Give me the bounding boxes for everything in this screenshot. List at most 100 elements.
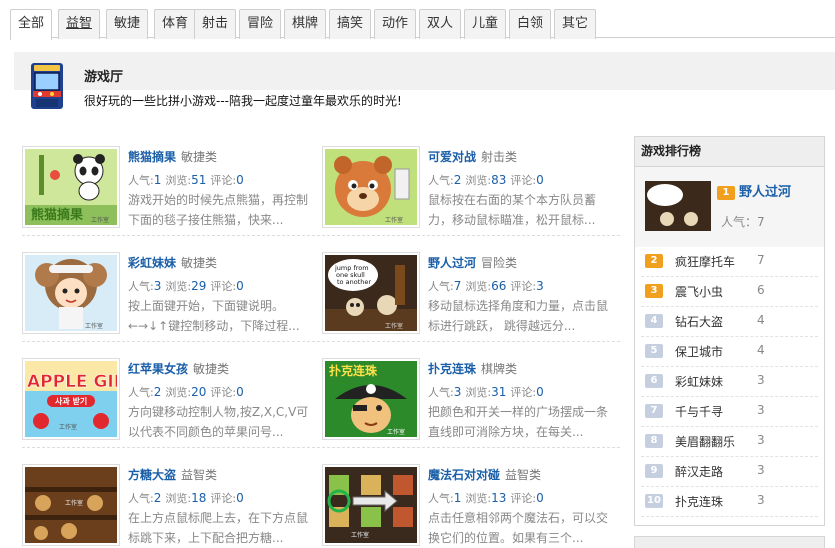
comments-value: 0 (236, 385, 244, 399)
ranking-item-name[interactable]: 醉汉走路 (675, 463, 723, 480)
game-thumbnail[interactable]: 熊猫摘果 工作室 (22, 146, 120, 228)
game-category[interactable]: 敏捷类 (181, 150, 217, 164)
game-title[interactable]: 彩虹妹妹 (128, 256, 176, 270)
stat-label: 评论: (510, 492, 537, 505)
tab-two-player[interactable]: 双人 (419, 9, 461, 39)
tab-shooting[interactable]: 射击 (194, 9, 236, 39)
game-thumbnail[interactable]: 工作室 (322, 464, 420, 546)
game-description: 把颜色和开关一样的广场摆成一条直线即可消除方块，在每关... (428, 405, 609, 439)
tab-label: 益智 (65, 16, 92, 31)
studio-watermark: 工作室 (385, 216, 403, 224)
ranking-item[interactable]: 10 扑克连珠 3 (635, 487, 824, 517)
views-value: 66 (491, 279, 507, 293)
ranking-item-name[interactable]: 扑克连珠 (675, 493, 723, 510)
game-stats: 人气:2 浏览:83 评论:0 (428, 172, 548, 188)
tab-other[interactable]: 其它 (554, 9, 596, 39)
header-band (14, 52, 835, 90)
rank-badge: 10 (645, 494, 663, 508)
rank-badge: 5 (645, 344, 663, 358)
rank-badge: 3 (645, 284, 663, 298)
game-title[interactable]: 熊猫摘果 (128, 150, 176, 164)
tab-board[interactable]: 棋牌 (284, 9, 326, 39)
tab-puzzle[interactable]: 益智 (58, 9, 100, 39)
studio-watermark: 工作室 (65, 499, 83, 507)
game-thumbnail[interactable]: jump from one skull to another 工作室 (322, 252, 420, 334)
comments-value: 0 (236, 491, 244, 505)
stat-label: 浏览: (165, 492, 192, 505)
rank-badge: 2 (645, 254, 663, 268)
game-category[interactable]: 射击类 (481, 150, 517, 164)
ranking-item-name[interactable]: 千与千寻 (675, 403, 723, 420)
ranking-item-name[interactable]: 疯狂摩托车 (675, 253, 735, 270)
tab-all[interactable]: 全部 (10, 9, 52, 40)
game-thumbnail[interactable]: 工作室 (322, 146, 420, 228)
game-category[interactable]: 棋牌类 (481, 362, 517, 376)
tab-label: 全部 (17, 16, 44, 31)
game-item: jump from one skull to another 工作室 野人过河冒… (322, 252, 622, 347)
popularity-value: 3 (453, 385, 462, 399)
game-category[interactable]: 敏捷类 (181, 256, 217, 270)
stat-label: 浏览: (465, 280, 492, 293)
tab-adventure[interactable]: 冒险 (239, 9, 281, 39)
ranking-item-name[interactable]: 震飞小虫 (675, 283, 723, 300)
game-title[interactable]: 红苹果女孩 (128, 362, 188, 376)
comments-value: 0 (236, 279, 244, 293)
game-thumbnail[interactable]: 扑克连珠 工作室 (322, 358, 420, 440)
game-category[interactable]: 益智类 (505, 468, 541, 482)
ranking-top-item[interactable]: 1 野人过河 人气：7 (635, 167, 824, 247)
ranking-item[interactable]: 2 疯狂摩托车 7 (635, 247, 824, 277)
game-thumbnail[interactable]: 工作室 (22, 464, 120, 546)
views-value: 29 (191, 279, 207, 293)
ranking-top-name[interactable]: 野人过河 (739, 185, 791, 200)
ranking-item-name[interactable]: 美眉翻翻乐 (675, 433, 735, 450)
ranking-item-value: 7 (757, 253, 765, 267)
game-title[interactable]: 扑克连珠 (428, 362, 476, 376)
game-category[interactable]: 敏捷类 (193, 362, 229, 376)
ranking-item-name[interactable]: 彩虹妹妹 (675, 373, 723, 390)
comments-value: 0 (536, 173, 544, 187)
popularity-value: 1 (453, 491, 462, 505)
tab-kids[interactable]: 儿童 (464, 9, 506, 39)
stat-label: 人气: (128, 174, 154, 187)
ranking-item[interactable]: 5 保卫城市 4 (635, 337, 824, 367)
tab-sports[interactable]: 体育 (154, 9, 196, 39)
popularity-value: 7 (757, 215, 765, 229)
ranking-item[interactable]: 6 彩虹妹妹 3 (635, 367, 824, 397)
stat-label: 人气: (128, 386, 154, 399)
tab-label: 白领 (516, 16, 543, 31)
tab-office[interactable]: 白领 (509, 9, 551, 39)
tab-funny[interactable]: 搞笑 (329, 9, 371, 39)
game-title[interactable]: 野人过河 (428, 256, 476, 270)
tab-label: 动作 (381, 16, 408, 31)
thumb-subtext: 사과 받기 (55, 396, 87, 406)
stat-label: 浏览: (165, 386, 192, 399)
studio-watermark: 工作室 (59, 423, 77, 431)
section-header: 游戏厅 很好玩的一些比拼小游戏---陪我一起度过童年最欢乐的时光! (14, 52, 835, 114)
stat-label: 评论: (210, 386, 237, 399)
tab-agility[interactable]: 敏捷 (106, 9, 148, 39)
page-description: 很好玩的一些比拼小游戏---陪我一起度过童年最欢乐的时光! (84, 94, 402, 108)
rank-badge: 9 (645, 464, 663, 478)
ranking-top-thumbnail[interactable] (645, 181, 711, 231)
stat-label: 评论: (210, 492, 237, 505)
game-category[interactable]: 冒险类 (481, 256, 517, 270)
studio-watermark: 工作室 (387, 428, 405, 436)
ranking-item[interactable]: 8 美眉翻翻乐 3 (635, 427, 824, 457)
game-thumbnail[interactable]: APPLE GIRL 사과 받기 工作室 (22, 358, 120, 440)
game-thumbnail[interactable]: 工作室 (22, 252, 120, 334)
ranking-item[interactable]: 4 钻石大盗 4 (635, 307, 824, 337)
popularity-value: 2 (453, 173, 462, 187)
ranking-item-name[interactable]: 钻石大盗 (675, 313, 723, 330)
ranking-item[interactable]: 9 醉汉走路 3 (635, 457, 824, 487)
stat-label: 评论: (510, 280, 537, 293)
game-title[interactable]: 方糖大盗 (128, 468, 176, 482)
views-value: 31 (491, 385, 507, 399)
ranking-item[interactable]: 3 震飞小虫 6 (635, 277, 824, 307)
game-title[interactable]: 可爱对战 (428, 150, 476, 164)
tab-label: 儿童 (471, 16, 498, 31)
ranking-item-name[interactable]: 保卫城市 (675, 343, 723, 360)
tab-action[interactable]: 动作 (374, 9, 416, 39)
game-category[interactable]: 益智类 (181, 468, 217, 482)
ranking-item[interactable]: 7 千与千寻 3 (635, 397, 824, 427)
game-title[interactable]: 魔法石对对碰 (428, 468, 500, 482)
